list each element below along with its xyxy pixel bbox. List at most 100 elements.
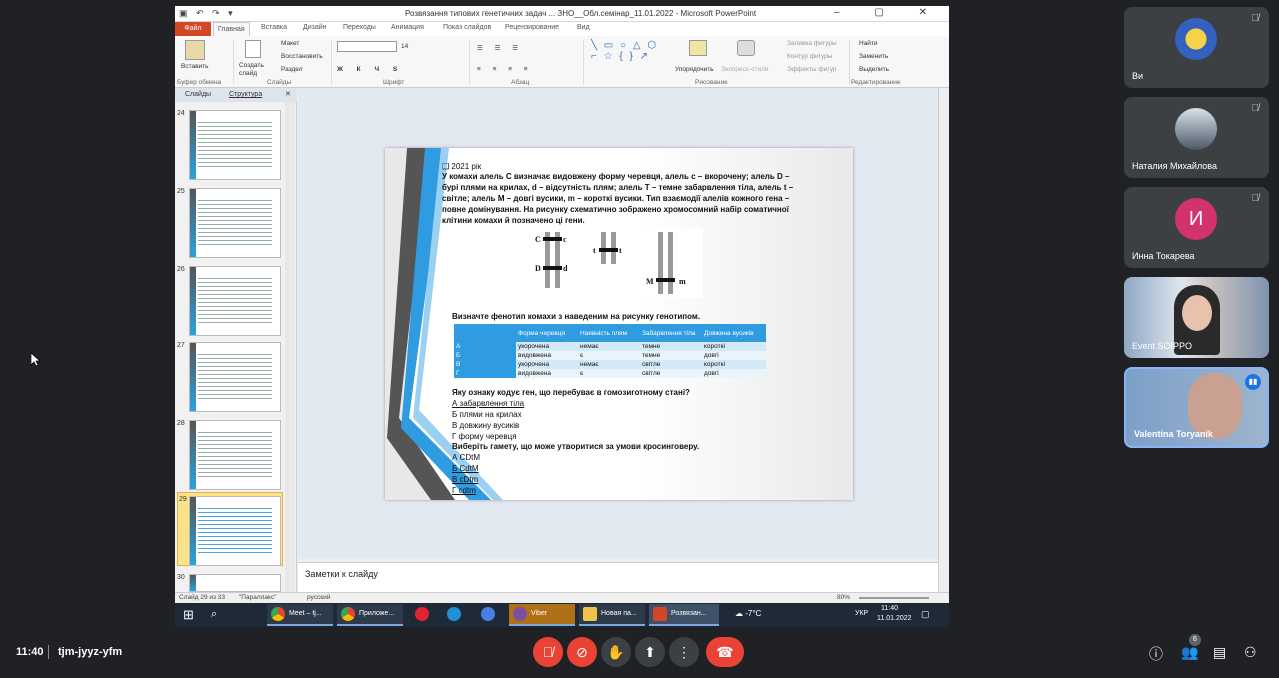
tab-review[interactable]: Рецензирование xyxy=(505,24,559,31)
shared-screen: ▣ ↶ ↷ ▾ Розвязання типових генетичних за… xyxy=(175,6,949,627)
allele-label: c xyxy=(563,235,567,244)
section-button[interactable]: Раздел xyxy=(281,66,302,73)
more-options-button[interactable]: ⋮ xyxy=(669,637,699,667)
slide-thumbnail[interactable] xyxy=(189,266,281,336)
pane-tabs: Слайды Структура ✕ xyxy=(175,88,297,102)
allele-label: t xyxy=(619,246,622,255)
meeting-code[interactable]: tjm-jyyz-yfm xyxy=(58,646,122,658)
thumbnail-scrollbar[interactable] xyxy=(285,102,295,592)
people-icon[interactable]: 👥 xyxy=(1181,644,1198,661)
table-cell: світле xyxy=(642,361,661,368)
opera-icon[interactable] xyxy=(415,607,429,621)
meeting-info-icon[interactable]: ⓘ xyxy=(1149,644,1163,664)
mic-toggle-button[interactable]: 🎙̸ xyxy=(533,637,563,667)
mic-muted-icon: 🎙̸ xyxy=(1251,103,1260,114)
answer-option: Г cdtm xyxy=(452,486,476,495)
arrange-button[interactable]: Упорядочить xyxy=(675,66,714,73)
camera-toggle-button[interactable]: ⊘ xyxy=(567,637,597,667)
chrome-alt-icon[interactable] xyxy=(481,607,495,621)
paste-button[interactable]: Вставить xyxy=(181,63,209,70)
slide-thumbnail[interactable] xyxy=(189,188,281,258)
table-cell: короткі xyxy=(704,361,725,368)
new-slide-icon[interactable] xyxy=(245,40,261,58)
find-button[interactable]: Найти xyxy=(859,40,878,47)
table-cell: темне xyxy=(642,343,661,350)
raise-hand-button[interactable]: ✋ xyxy=(601,637,631,667)
replace-button[interactable]: Заменить xyxy=(859,53,888,60)
activities-icon[interactable]: ⚇ xyxy=(1244,644,1257,661)
zoom-slider[interactable] xyxy=(859,597,929,599)
shapes-gallery[interactable]: ╲ ▭ ○ △ ⬡ ⌐ ☆ { } ↗ xyxy=(591,40,658,62)
reset-button[interactable]: Восстановить xyxy=(281,53,323,60)
close-pane-icon[interactable]: ✕ xyxy=(285,90,291,98)
tab-transitions[interactable]: Переходы xyxy=(343,24,376,31)
zoom-level[interactable]: 80% xyxy=(837,594,850,601)
answer-option: Г форму черевця xyxy=(452,432,517,441)
participant-tile[interactable]: И 🎙̸ Инна Токарева xyxy=(1124,187,1269,268)
align-buttons[interactable]: ≡ ≡ ≡ ≡ xyxy=(477,66,533,73)
question-1: Визначте фенотип комахи з наведеним на р… xyxy=(452,312,701,321)
slide-counter: Слайд 29 из 33 xyxy=(179,594,226,601)
quick-styles-icon[interactable] xyxy=(737,40,755,56)
participant-tile[interactable]: 🎙̸ Наталия Михайлова xyxy=(1124,97,1269,178)
tab-animation[interactable]: Анимация xyxy=(391,24,424,31)
slide-editing-area: ❑ 2021 рік У комахи алель С визначає вид… xyxy=(298,88,938,558)
search-icon[interactable]: ⌕ xyxy=(211,608,217,621)
weather-indicator[interactable]: ☁ -7°C xyxy=(735,609,761,618)
font-size-box[interactable]: 14 xyxy=(401,43,408,50)
slide-thumbnail[interactable] xyxy=(189,574,281,592)
tab-home[interactable]: Главная xyxy=(213,22,250,37)
list-buttons[interactable]: ☰ ☰ ☰ xyxy=(477,44,523,52)
chat-icon[interactable]: ▤ xyxy=(1213,644,1226,661)
language-indicator[interactable]: русский xyxy=(307,594,330,601)
slide-thumbnail-current[interactable] xyxy=(189,496,281,566)
windows-start-icon[interactable]: ⊞ xyxy=(183,607,194,623)
shape-effects-button[interactable]: Эффекты фигур xyxy=(787,66,837,73)
tab-design[interactable]: Дизайн xyxy=(303,24,327,31)
mic-muted-icon: 🎙̸ xyxy=(1251,193,1260,204)
task-line: клітини комахи й позначено ці гени. xyxy=(442,216,585,225)
participant-video-tile-speaking[interactable]: ▮▮ Valentina Toryanik xyxy=(1124,367,1269,448)
table-cell: укорочена xyxy=(518,361,550,368)
tab-slides[interactable]: Слайды xyxy=(185,91,211,98)
table-cell: А xyxy=(454,342,516,351)
participant-video-tile[interactable]: Event SOIPPO xyxy=(1124,277,1269,358)
quick-styles-button[interactable]: Экспресс-стили xyxy=(721,66,769,73)
font-name-box[interactable] xyxy=(337,41,397,52)
notes-pane[interactable]: Заметки к слайду xyxy=(298,562,938,592)
title-bar: ▣ ↶ ↷ ▾ Розвязання типових генетичних за… xyxy=(175,6,949,22)
new-slide-button[interactable]: Создать слайд xyxy=(239,62,269,78)
slide-thumbnail[interactable] xyxy=(189,110,281,180)
table-cell: немає xyxy=(580,361,599,368)
slides-pane: Слайды Структура ✕ 24 25 26 27 28 29 30 xyxy=(175,88,297,592)
end-call-button[interactable]: ☎ xyxy=(706,637,744,667)
tab-slideshow[interactable]: Показ слайдов xyxy=(443,24,491,31)
layout-button[interactable]: Макет xyxy=(281,40,299,47)
slide-canvas[interactable]: ❑ 2021 рік У комахи алель С визначає вид… xyxy=(385,148,853,500)
slide-thumbnail[interactable] xyxy=(189,420,281,490)
shape-fill-button[interactable]: Заливка фигуры xyxy=(787,40,837,47)
edge-icon[interactable] xyxy=(447,607,461,621)
paste-icon[interactable] xyxy=(185,40,205,60)
quick-access-toolbar[interactable]: ▣ ↶ ↷ ▾ xyxy=(179,8,236,19)
tab-file[interactable]: Файл xyxy=(175,22,211,36)
table-cell: видовжена xyxy=(518,370,552,377)
font-format-buttons[interactable]: Ж К Ч S xyxy=(337,66,403,73)
present-screen-button[interactable]: ⬆ xyxy=(635,637,665,667)
year-label: ❑ 2021 рік xyxy=(442,162,482,171)
notifications-icon[interactable]: ▢ xyxy=(921,609,930,620)
participant-tile[interactable]: 🎙̸ Ви xyxy=(1124,7,1269,88)
task-line: бурі плями на крилах, d – відсутність пл… xyxy=(442,183,794,192)
table-cell: немає xyxy=(580,343,599,350)
window-controls[interactable]: – ▢ ✕ xyxy=(834,7,943,18)
tab-insert[interactable]: Вставка xyxy=(261,24,287,31)
select-button[interactable]: Выделить xyxy=(859,66,889,73)
keyboard-language[interactable]: УКР xyxy=(855,610,868,617)
shape-outline-button[interactable]: Контур фигуры xyxy=(787,53,832,60)
tab-outline[interactable]: Структура xyxy=(229,91,262,98)
slide-scrollbar[interactable] xyxy=(938,88,949,592)
mouse-cursor-icon xyxy=(31,353,41,367)
tab-view[interactable]: Вид xyxy=(577,24,590,31)
slide-thumbnail[interactable] xyxy=(189,342,281,412)
arrange-icon[interactable] xyxy=(689,40,707,56)
